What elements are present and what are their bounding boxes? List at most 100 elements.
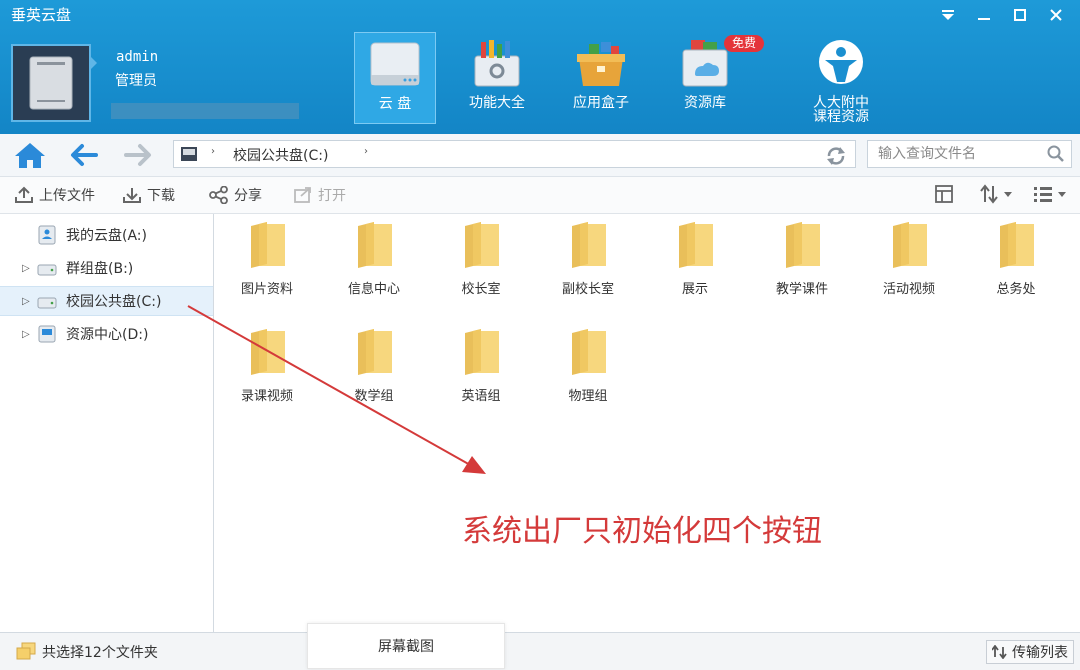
expand-arrow-icon[interactable]: ▷ — [22, 296, 32, 307]
nav-toolbox[interactable]: 功能大全 — [456, 32, 538, 124]
app-title: 垂英云盘 — [11, 6, 72, 24]
back-button[interactable] — [68, 141, 100, 169]
folder-icon — [1000, 222, 1034, 268]
arrow-right-icon — [124, 144, 151, 166]
nav-label-line1: 人大附中 — [813, 95, 869, 111]
open-button[interactable]: 打开 — [293, 185, 346, 205]
expand-arrow-icon[interactable]: ▷ — [22, 263, 32, 274]
dropdown-icon — [942, 10, 954, 20]
minimize-button[interactable] — [966, 2, 1002, 28]
free-badge: 免费 — [724, 35, 765, 52]
folder-item[interactable]: 总务处 — [963, 214, 1069, 314]
hard-drive-avatar-icon — [29, 56, 73, 110]
minimize-icon — [978, 18, 990, 20]
folder-item[interactable]: 副校长室 — [535, 214, 641, 314]
search-icon[interactable] — [1047, 145, 1065, 163]
transfer-list-button[interactable]: 传输列表 — [986, 640, 1074, 664]
status-bar: 共选择12个文件夹 屏幕截图 传输列表 — [0, 623, 1080, 670]
nav-label-line2: 课程资源 — [813, 109, 869, 125]
view-mode-button[interactable] — [1032, 184, 1072, 208]
maximize-button[interactable] — [1002, 2, 1038, 28]
upload-button[interactable]: 上传文件 — [14, 185, 95, 205]
folder-name: 总务处 — [996, 282, 1036, 297]
refresh-icon[interactable] — [825, 145, 847, 165]
resource-drive-icon — [38, 325, 56, 343]
folders-selected-icon — [16, 642, 36, 660]
folder-item[interactable]: 数学组 — [321, 321, 427, 421]
folder-name: 英语组 — [461, 389, 501, 404]
menu-dropdown-button[interactable] — [930, 2, 966, 28]
cloud-disk-icon — [370, 42, 420, 86]
download-button[interactable]: 下载 — [122, 185, 175, 205]
nav-cloud-disk[interactable]: 云 盘 — [354, 32, 436, 124]
folder-icon — [786, 222, 820, 268]
nav-label: 人大附中 课程资源 — [813, 96, 869, 124]
path-separator: › — [211, 146, 215, 157]
folder-name: 副校长室 — [561, 282, 614, 297]
folder-item[interactable]: 信息中心 — [321, 214, 427, 314]
header: 垂英云盘 admin 管理员 云 盘 功能大全 应用盒子 资源库 免费 人大附中… — [0, 0, 1080, 134]
nav-app-box[interactable]: 应用盒子 — [560, 32, 642, 124]
list-view-icon — [1034, 187, 1066, 202]
school-logo-icon — [819, 40, 863, 84]
sidebar-item-resource-center[interactable]: ▷ 资源中心(D:) — [0, 319, 213, 349]
folder-item[interactable]: 英语组 — [428, 321, 534, 421]
folder-item[interactable]: 展示 — [642, 214, 748, 314]
folder-item[interactable]: 活动视频 — [856, 214, 962, 314]
transfer-icon — [992, 645, 1007, 659]
resource-library-icon — [682, 40, 728, 87]
nav-school-resources[interactable]: 人大附中 课程资源 — [800, 32, 882, 124]
folder-name: 校长室 — [461, 282, 501, 297]
nav-label: 应用盒子 — [573, 95, 629, 111]
folder-item[interactable]: 录课视频 — [214, 321, 320, 421]
avatar[interactable] — [11, 44, 91, 122]
path-field[interactable]: › 校园公共盘(C:) › — [173, 140, 856, 168]
folder-name: 展示 — [681, 282, 708, 297]
share-label: 分享 — [234, 188, 262, 204]
folder-icon — [358, 222, 392, 268]
sidebar-item-campus-disk[interactable]: ▷ 校园公共盘(C:) — [0, 286, 213, 316]
sidebar-item-my-cloud[interactable]: 我的云盘(A:) — [0, 220, 213, 250]
sidebar-item-group-disk[interactable]: ▷ 群组盘(B:) — [0, 253, 213, 283]
folder-icon — [465, 329, 499, 375]
selection-status: 共选择12个文件夹 — [42, 645, 158, 661]
folder-item[interactable]: 图片资料 — [214, 214, 320, 314]
home-button[interactable] — [13, 140, 47, 170]
expand-arrow-icon[interactable]: ▷ — [22, 329, 32, 340]
folder-icon — [465, 222, 499, 268]
folder-icon — [251, 329, 285, 375]
user-role: 管理员 — [115, 73, 157, 89]
screenshot-tab[interactable]: 屏幕截图 — [307, 623, 505, 669]
toolbox-icon — [474, 40, 520, 87]
close-button[interactable] — [1038, 2, 1074, 28]
sidebar-item-label: 群组盘(B:) — [66, 261, 134, 277]
campus-drive-icon — [37, 297, 57, 309]
close-icon — [1050, 9, 1062, 21]
folder-name: 图片资料 — [240, 282, 293, 297]
toolbar: 上传文件 下载 分享 打开 — [0, 177, 1080, 214]
upload-icon — [15, 186, 33, 203]
open-label: 打开 — [318, 188, 346, 204]
folder-item[interactable]: 校长室 — [428, 214, 534, 314]
avatar-pointer — [91, 57, 97, 69]
folder-item[interactable]: 物理组 — [535, 321, 641, 421]
path-segment[interactable]: 校园公共盘(C:) — [233, 145, 328, 165]
download-label: 下载 — [147, 188, 175, 204]
folder-name: 录课视频 — [240, 389, 293, 404]
sort-button[interactable] — [980, 184, 1014, 208]
nav-label: 功能大全 — [469, 95, 525, 111]
drive-icon — [181, 147, 197, 161]
forward-button[interactable] — [122, 141, 154, 169]
share-button[interactable]: 分享 — [209, 185, 262, 205]
folder-icon — [572, 222, 606, 268]
folder-icon — [679, 222, 713, 268]
upload-label: 上传文件 — [39, 188, 95, 204]
search-input[interactable] — [868, 141, 1053, 167]
user-name: admin — [116, 49, 159, 65]
arrow-left-icon — [71, 144, 98, 166]
preview-pane-button[interactable] — [934, 184, 954, 208]
folder-item[interactable]: 教学课件 — [749, 214, 855, 314]
open-icon — [294, 187, 311, 203]
share-icon — [209, 186, 228, 204]
file-grid: 图片资料 信息中心 校长室 副校长室 展示 教学课件 活动视频 总务处 录课视频… — [214, 214, 1080, 632]
